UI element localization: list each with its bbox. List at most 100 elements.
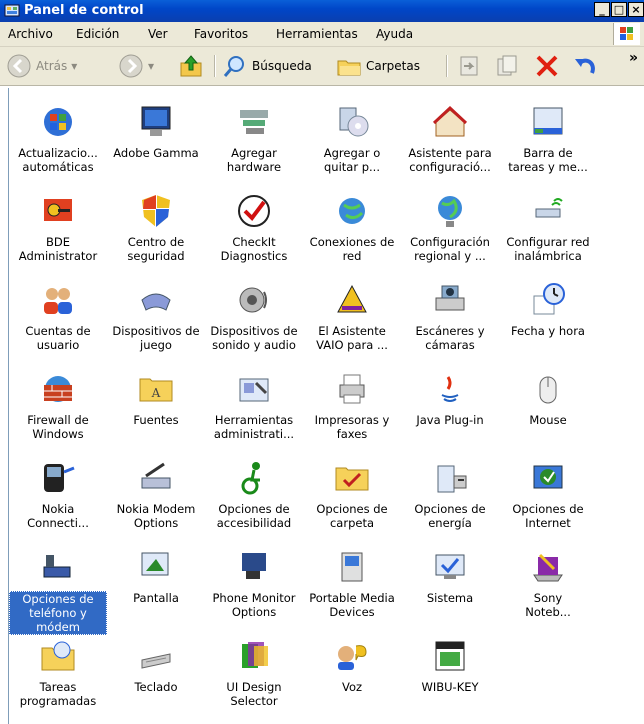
menu-ayuda[interactable]: Ayuda <box>376 27 413 41</box>
control-panel-icon <box>4 4 20 17</box>
sony-notebook-icon <box>528 547 568 587</box>
scheduled-tasks-icon <box>38 636 78 676</box>
control-panel-item[interactable]: Dispositivos de sonido y audio <box>205 280 303 352</box>
back-label: Atrás <box>36 59 68 73</box>
control-panel-item[interactable]: Mouse <box>499 369 597 427</box>
fonts-folder-icon: A <box>136 369 176 409</box>
item-label: Barra de tareas y me... <box>508 146 588 174</box>
control-panel-item[interactable]: Actualizacio... automáticas <box>9 102 107 174</box>
control-panel-item[interactable]: Herramientas administrati... <box>205 369 303 441</box>
search-icon <box>223 56 244 77</box>
add-remove-programs-icon <box>332 102 372 142</box>
item-label: Fuentes <box>133 413 179 427</box>
control-panel-item[interactable]: El Asistente VAIO para ... <box>303 280 401 352</box>
control-panel-item[interactable]: Configuración regional y ... <box>401 191 499 263</box>
control-panel-item[interactable]: Portable Media Devices <box>303 547 401 619</box>
control-panel-item[interactable]: Barra de tareas y me... <box>499 102 597 174</box>
control-panel-item[interactable]: Phone Monitor Options <box>205 547 303 619</box>
forward-button[interactable]: ▾ <box>118 52 154 80</box>
control-panel-item[interactable]: Centro de seguridad <box>107 191 205 263</box>
item-label: CheckIt Diagnostics <box>220 235 288 263</box>
control-panel-item[interactable]: Sistema <box>401 547 499 605</box>
copy-to-icon <box>497 55 517 76</box>
sound-devices-icon <box>234 280 274 320</box>
control-panel-item[interactable]: Dispositivos de juego <box>107 280 205 352</box>
item-label: Cuentas de usuario <box>25 324 91 352</box>
item-label: WIBU-KEY <box>421 680 479 694</box>
item-label: BDE Administrator <box>18 235 98 263</box>
speech-icon <box>332 636 372 676</box>
item-label: Dispositivos de juego <box>112 324 200 352</box>
control-panel-item[interactable]: Adobe Gamma <box>107 102 205 160</box>
item-label: Firewall de Windows <box>27 413 89 441</box>
item-label: Opciones de accesibilidad <box>216 502 292 530</box>
item-label: Voz <box>341 680 363 694</box>
menu-edicion[interactable]: Edición <box>76 27 119 41</box>
item-label: Configuración regional y ... <box>410 235 490 263</box>
control-panel-item[interactable]: Impresoras y faxes <box>303 369 401 441</box>
control-panel-item[interactable]: Fecha y hora <box>499 280 597 338</box>
folders-button[interactable]: Carpetas <box>336 52 420 80</box>
nokia-modem-icon <box>136 458 176 498</box>
control-panel-item[interactable]: Firewall de Windows <box>9 369 107 441</box>
menu-ver[interactable]: Ver <box>148 27 168 41</box>
back-dropdown-icon[interactable]: ▾ <box>71 59 77 73</box>
control-panel-item[interactable]: Opciones de Internet <box>499 458 597 530</box>
folders-label: Carpetas <box>366 59 420 73</box>
close-button[interactable]: × <box>628 2 644 17</box>
toolbar: Atrás ▾ ▾ Búsqueda Carpetas » <box>0 47 644 86</box>
control-panel-item[interactable]: A Fuentes <box>107 369 205 427</box>
item-label: Phone Monitor Options <box>212 591 296 619</box>
delete-button[interactable] <box>534 52 560 80</box>
bde-admin-icon <box>38 191 78 231</box>
control-panel-item[interactable]: UI Design Selector <box>205 636 303 708</box>
item-label: Opciones de teléfono y módem <box>9 591 107 635</box>
control-panel-item[interactable]: Opciones de accesibilidad <box>205 458 303 530</box>
control-panel-item[interactable]: Tareas programadas <box>9 636 107 708</box>
date-time-icon <box>528 280 568 320</box>
game-controllers-icon <box>136 280 176 320</box>
control-panel-item[interactable]: Pantalla <box>107 547 205 605</box>
copy-to-button[interactable] <box>494 52 520 80</box>
control-panel-item[interactable]: Nokia Modem Options <box>107 458 205 530</box>
control-panel-item[interactable]: Agregar o quitar p... <box>303 102 401 174</box>
folder-options-icon <box>332 458 372 498</box>
control-panel-item[interactable]: BDE Administrator <box>9 191 107 263</box>
menu-archivo[interactable]: Archivo <box>8 27 53 41</box>
menu-herramientas[interactable]: Herramientas <box>276 27 358 41</box>
control-panel-item[interactable]: Opciones de carpeta <box>303 458 401 530</box>
power-options-icon <box>430 458 470 498</box>
control-panel-item[interactable]: Asistente para configuració... <box>401 102 499 174</box>
up-folder-button[interactable] <box>178 52 204 80</box>
control-panel-item[interactable]: Voz <box>303 636 401 694</box>
control-panel-item[interactable]: Configurar red inalámbrica <box>499 191 597 263</box>
control-panel-item[interactable]: Java Plug-in <box>401 369 499 427</box>
ui-design-selector-icon <box>234 636 274 676</box>
minimize-button[interactable]: _ <box>594 2 610 17</box>
control-panel-item[interactable]: Escáneres y cámaras <box>401 280 499 352</box>
control-panel-item[interactable]: Agregar hardware <box>205 102 303 174</box>
control-panel-item[interactable]: Opciones de energía <box>401 458 499 530</box>
move-to-button[interactable] <box>456 52 482 80</box>
undo-button[interactable] <box>572 52 598 80</box>
item-label: Mouse <box>529 413 567 427</box>
control-panel-item[interactable]: WIBU-KEY <box>401 636 499 694</box>
maximize-button[interactable]: □ <box>611 2 627 17</box>
printers-icon <box>332 369 372 409</box>
control-panel-item[interactable]: Teclado <box>107 636 205 694</box>
checkit-icon <box>234 191 274 231</box>
display-icon <box>136 547 176 587</box>
control-panel-item[interactable]: Opciones de teléfono y módem <box>9 547 107 635</box>
item-label: UI Design Selector <box>226 680 282 708</box>
forward-dropdown-icon[interactable]: ▾ <box>148 59 154 73</box>
toolbar-more-chevron[interactable]: » <box>629 50 638 66</box>
control-panel-item[interactable]: Sony Noteb... <box>499 547 597 619</box>
control-panel-item[interactable]: Conexiones de red <box>303 191 401 263</box>
window-title: Panel de control <box>24 3 144 18</box>
control-panel-item[interactable]: Nokia Connecti... <box>9 458 107 530</box>
menu-favoritos[interactable]: Favoritos <box>194 27 248 41</box>
control-panel-item[interactable]: Cuentas de usuario <box>9 280 107 352</box>
control-panel-item[interactable]: CheckIt Diagnostics <box>205 191 303 263</box>
back-button[interactable]: Atrás ▾ <box>6 52 77 80</box>
search-button[interactable]: Búsqueda <box>222 52 312 80</box>
